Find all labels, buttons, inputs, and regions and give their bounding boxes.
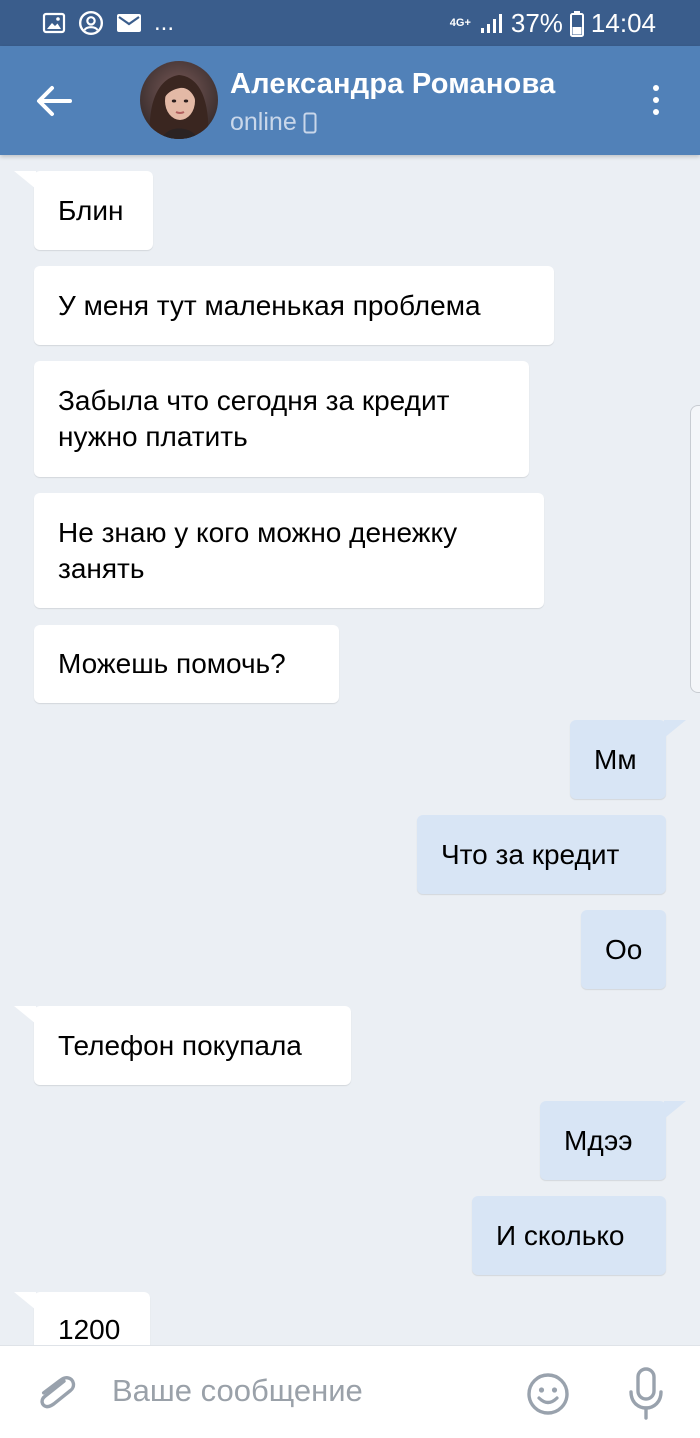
- bubble-tail: [14, 1006, 36, 1024]
- message-text: Блин: [58, 194, 124, 226]
- notification-icons: ...: [42, 10, 174, 36]
- battery-percent: 37%: [510, 8, 563, 38]
- message-text: У меня тут маленькая проблема: [58, 289, 481, 321]
- account-circle-icon: [78, 10, 104, 36]
- bubble-tail: [664, 1101, 686, 1119]
- bubble-tail: [14, 171, 36, 189]
- message-bubble-outgoing[interactable]: И сколько: [472, 1196, 666, 1275]
- message-text: Оо: [605, 933, 643, 965]
- message-text: И сколько: [496, 1219, 625, 1251]
- emoji-button[interactable]: [524, 1370, 572, 1418]
- status-text: online: [230, 108, 297, 136]
- message-text: Что за кредит: [441, 838, 620, 870]
- message-text: Забыла что сегодня за кредит нужно плати…: [58, 385, 450, 452]
- message-text: Телефон покупала: [58, 1029, 302, 1061]
- mobile-icon: [303, 112, 317, 133]
- message-bubble-incoming[interactable]: 1200: [14, 1292, 150, 1345]
- mail-icon: [117, 14, 141, 32]
- image-icon: [42, 12, 66, 34]
- message-text: Мдээ: [564, 1124, 633, 1156]
- bubble-tail: [664, 720, 686, 738]
- more-notifications: ...: [154, 9, 175, 36]
- signal-icon: [480, 13, 502, 33]
- contact-status: online: [230, 108, 317, 137]
- message-bubble-incoming[interactable]: Забыла что сегодня за кредит нужно плати…: [34, 361, 529, 477]
- message-bubble-outgoing[interactable]: Что за кредит: [417, 815, 666, 894]
- message-bubble-incoming[interactable]: Не знаю у кого можно денежку занять: [34, 493, 544, 608]
- voice-message-button[interactable]: [624, 1366, 668, 1422]
- menu-dot: [653, 109, 659, 115]
- message-bubble-outgoing[interactable]: Оо: [581, 910, 666, 989]
- back-button[interactable]: [26, 76, 82, 126]
- bubble-tail: [14, 1292, 36, 1310]
- message-text: Мм: [594, 743, 637, 775]
- microphone-icon: [629, 1367, 663, 1420]
- arrow-left-icon: [37, 86, 72, 116]
- scroll-handle[interactable]: [690, 405, 700, 693]
- message-bubble-outgoing[interactable]: Мм: [570, 720, 686, 799]
- contact-name[interactable]: Александра Романова: [230, 68, 555, 101]
- message-bubble-incoming[interactable]: Можешь помочь?: [34, 625, 339, 703]
- avatar[interactable]: [140, 61, 218, 139]
- message-list[interactable]: Блин У меня тут маленькая проблема Забыл…: [0, 155, 700, 1345]
- system-status: 4G+ 37% 14:04: [450, 8, 656, 39]
- paperclip-icon: [40, 1376, 76, 1409]
- battery-icon: [569, 10, 584, 37]
- clock: 14:04: [590, 8, 656, 38]
- message-text: 1200: [58, 1314, 121, 1345]
- message-composer: [0, 1345, 700, 1438]
- menu-dot: [653, 85, 659, 91]
- menu-dot: [653, 97, 659, 103]
- network-type: 4G+: [449, 17, 471, 29]
- message-input[interactable]: [112, 1366, 502, 1416]
- message-bubble-incoming[interactable]: Блин: [14, 171, 153, 250]
- chat-header: Александра Романова online: [0, 46, 700, 155]
- smile-icon: [527, 1373, 569, 1415]
- message-bubble-incoming[interactable]: Телефон покупала: [14, 1006, 351, 1085]
- message-text: Не знаю у кого можно денежку занять: [58, 516, 458, 584]
- status-bar: ... 4G+ 37% 14:04: [0, 0, 700, 46]
- message-bubble-incoming[interactable]: У меня тут маленькая проблема: [34, 266, 554, 345]
- attach-button[interactable]: [32, 1368, 80, 1416]
- more-menu-button[interactable]: [638, 80, 674, 120]
- message-bubble-outgoing[interactable]: Мдээ: [540, 1101, 686, 1180]
- message-text: Можешь помочь?: [58, 648, 286, 679]
